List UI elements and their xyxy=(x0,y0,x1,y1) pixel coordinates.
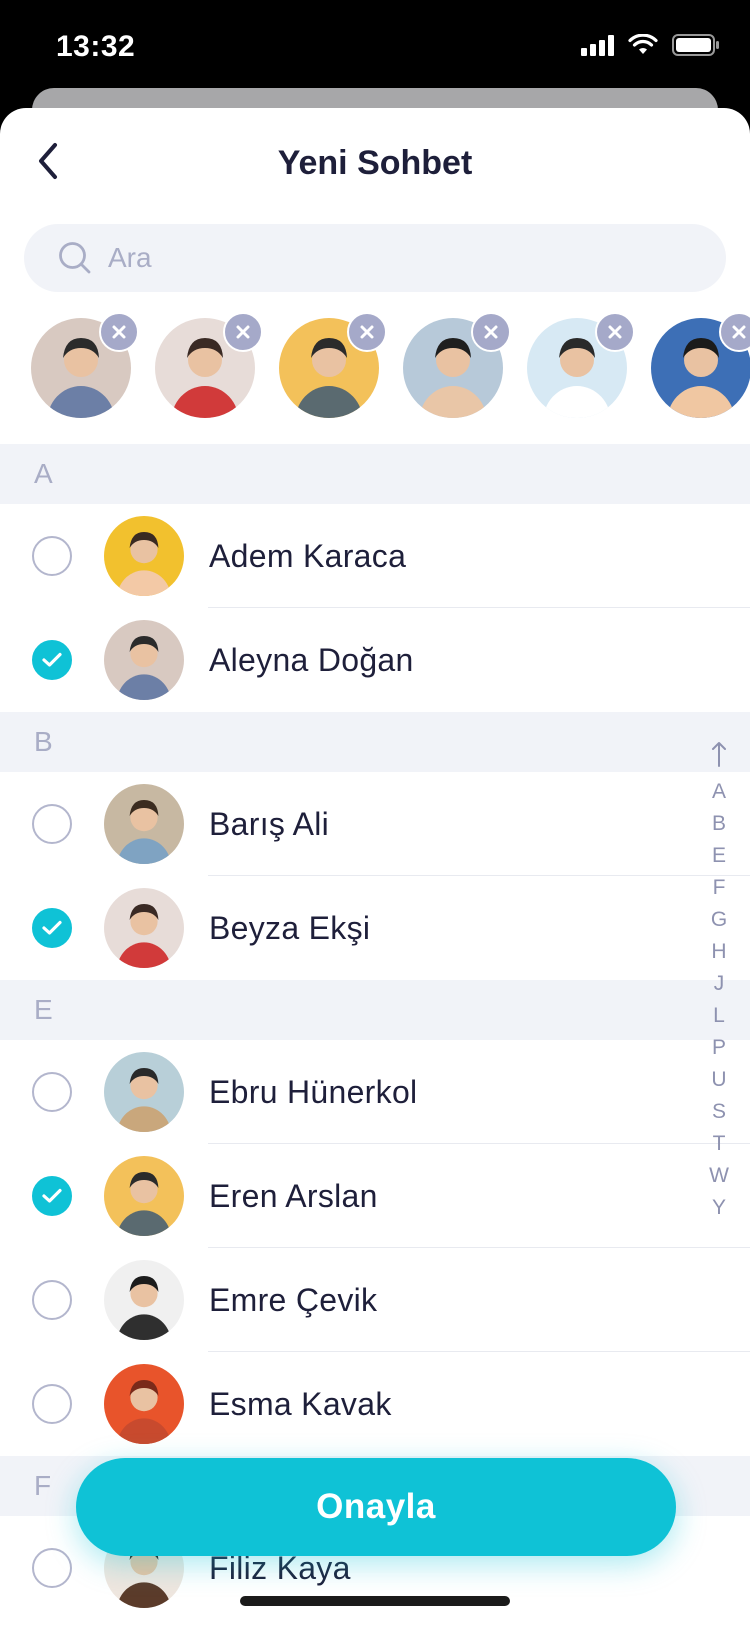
checkmark-icon xyxy=(42,652,62,667)
contact-name: Esma Kavak xyxy=(209,1386,392,1422)
contact-row[interactable]: Barış Ali xyxy=(0,772,750,876)
checkmark-icon xyxy=(42,1188,62,1203)
index-letter[interactable]: B xyxy=(712,808,726,840)
avatar xyxy=(104,1052,184,1132)
selected-contact-chip[interactable] xyxy=(651,312,750,418)
checkbox-checked[interactable] xyxy=(32,1176,72,1216)
avatar xyxy=(104,620,184,700)
section-header-a: A xyxy=(0,444,750,504)
index-letter[interactable]: T xyxy=(713,1128,726,1160)
selected-contact-chip[interactable] xyxy=(527,312,635,418)
avatar xyxy=(104,1260,184,1340)
contact-row[interactable]: Ebru Hünerkol xyxy=(0,1040,750,1144)
contact-row[interactable]: Emre Çevik xyxy=(0,1248,750,1352)
confirm-button[interactable]: Onayla xyxy=(76,1458,676,1556)
page-title: Yeni Sohbet xyxy=(277,144,473,182)
close-icon xyxy=(112,325,126,339)
index-letter[interactable]: F xyxy=(713,872,726,904)
contact-row[interactable]: Adem Karaca xyxy=(0,504,750,608)
index-letter[interactable]: Y xyxy=(712,1192,726,1224)
contact-name: Emre Çevik xyxy=(209,1282,378,1318)
avatar xyxy=(104,888,184,968)
contact-name: Aleyna Doğan xyxy=(209,642,414,678)
status-time: 13:32 xyxy=(56,30,136,63)
battery-icon xyxy=(672,34,719,56)
remove-chip-button[interactable] xyxy=(595,312,635,352)
contact-row[interactable]: Eren Arslan xyxy=(0,1144,750,1248)
index-up-arrow-icon[interactable] xyxy=(711,740,727,776)
contact-name: Ebru Hünerkol xyxy=(209,1074,418,1110)
remove-chip-button[interactable] xyxy=(99,312,139,352)
checkbox-unchecked[interactable] xyxy=(32,804,72,844)
wifi-icon xyxy=(628,34,658,54)
avatar xyxy=(104,784,184,864)
checkbox-checked[interactable] xyxy=(32,640,72,680)
status-bar: 13:32 xyxy=(0,0,750,100)
index-letter[interactable]: U xyxy=(711,1064,726,1096)
new-chat-sheet: Yeni Sohbet A Adem Karaca Aleyna Doğan B Bar… xyxy=(0,108,750,1625)
remove-chip-button[interactable] xyxy=(471,312,511,352)
index-letter[interactable]: W xyxy=(709,1160,729,1192)
index-letter[interactable]: H xyxy=(711,936,726,968)
remove-chip-button[interactable] xyxy=(347,312,387,352)
alphabet-index[interactable]: ABEFGHJLPUSTWY xyxy=(704,740,734,1224)
status-icons xyxy=(581,34,720,56)
checkmark-icon xyxy=(42,920,62,935)
section-header-e: E xyxy=(0,980,750,1040)
checkbox-unchecked[interactable] xyxy=(32,536,72,576)
index-letter[interactable]: S xyxy=(712,1096,726,1128)
index-letter[interactable]: L xyxy=(713,1000,725,1032)
avatar xyxy=(104,1156,184,1236)
index-letter[interactable]: A xyxy=(712,776,726,808)
close-icon xyxy=(484,325,498,339)
selected-contacts xyxy=(0,312,750,430)
checkbox-checked[interactable] xyxy=(32,908,72,948)
checkbox-unchecked[interactable] xyxy=(32,1280,72,1320)
selected-contact-chip[interactable] xyxy=(155,312,263,418)
index-letter[interactable]: G xyxy=(711,904,727,936)
contact-row[interactable]: Aleyna Doğan xyxy=(0,608,750,712)
home-indicator xyxy=(240,1596,510,1606)
contact-list: A Adem Karaca Aleyna Doğan B Barış Ali Beyza … xyxy=(0,444,750,1620)
close-icon xyxy=(236,325,250,339)
avatar xyxy=(104,1364,184,1444)
index-letter[interactable]: J xyxy=(714,968,725,1000)
checkbox-unchecked[interactable] xyxy=(32,1072,72,1112)
index-letter[interactable]: E xyxy=(712,840,726,872)
avatar xyxy=(104,516,184,596)
close-icon xyxy=(732,325,746,339)
checkbox-unchecked[interactable] xyxy=(32,1384,72,1424)
selected-contact-chip[interactable] xyxy=(279,312,387,418)
close-icon xyxy=(360,325,374,339)
checkbox-unchecked[interactable] xyxy=(32,1548,72,1588)
index-letter[interactable]: P xyxy=(712,1032,726,1064)
selected-contact-chip[interactable] xyxy=(403,312,511,418)
section-header-b: B xyxy=(0,712,750,772)
contact-name: Barış Ali xyxy=(209,806,330,842)
search-bar[interactable] xyxy=(24,224,726,292)
contact-name: Adem Karaca xyxy=(209,538,407,574)
signal-icon xyxy=(581,34,614,56)
search-input[interactable] xyxy=(108,242,668,274)
selected-contact-chip[interactable] xyxy=(31,312,139,418)
contact-row[interactable]: Esma Kavak xyxy=(0,1352,750,1456)
contact-name: Beyza Ekşi xyxy=(209,910,371,946)
remove-chip-button[interactable] xyxy=(223,312,263,352)
contact-name: Eren Arslan xyxy=(209,1178,378,1214)
header: Yeni Sohbet xyxy=(0,108,750,218)
close-icon xyxy=(608,325,622,339)
search-icon xyxy=(58,241,92,275)
contact-row[interactable]: Beyza Ekşi xyxy=(0,876,750,980)
